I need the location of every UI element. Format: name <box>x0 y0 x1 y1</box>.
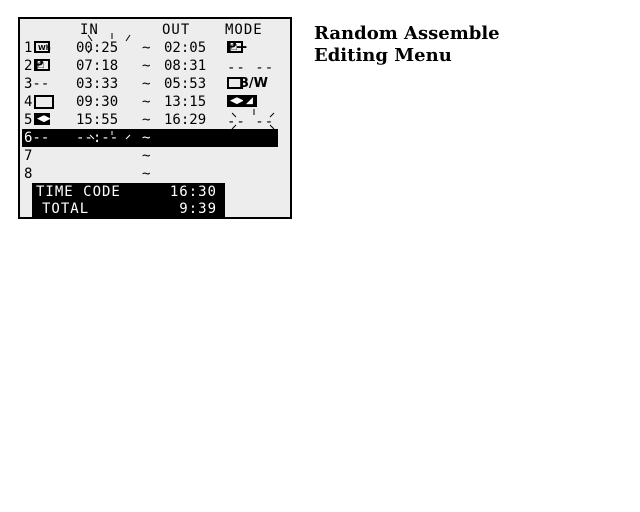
total-value: 9:39 <box>179 201 217 217</box>
total-label: TOTAL <box>42 201 90 217</box>
caption-line-2: Editing Menu <box>314 45 452 66</box>
time-code-label: TIME CODE <box>36 184 121 200</box>
figure-caption: Random Assemble Editing Menu <box>314 23 500 67</box>
caption-line-1: Random Assemble <box>314 23 500 44</box>
time-code-value: 16:30 <box>169 184 217 200</box>
time-code-panel: TIME CODE 16:30 TOTAL 9:39 <box>32 183 225 219</box>
editing-menu-screen: IN OUT MODE 1 Wh 00:25 ~ 02:05 □ P-- 2 □… <box>18 17 292 219</box>
